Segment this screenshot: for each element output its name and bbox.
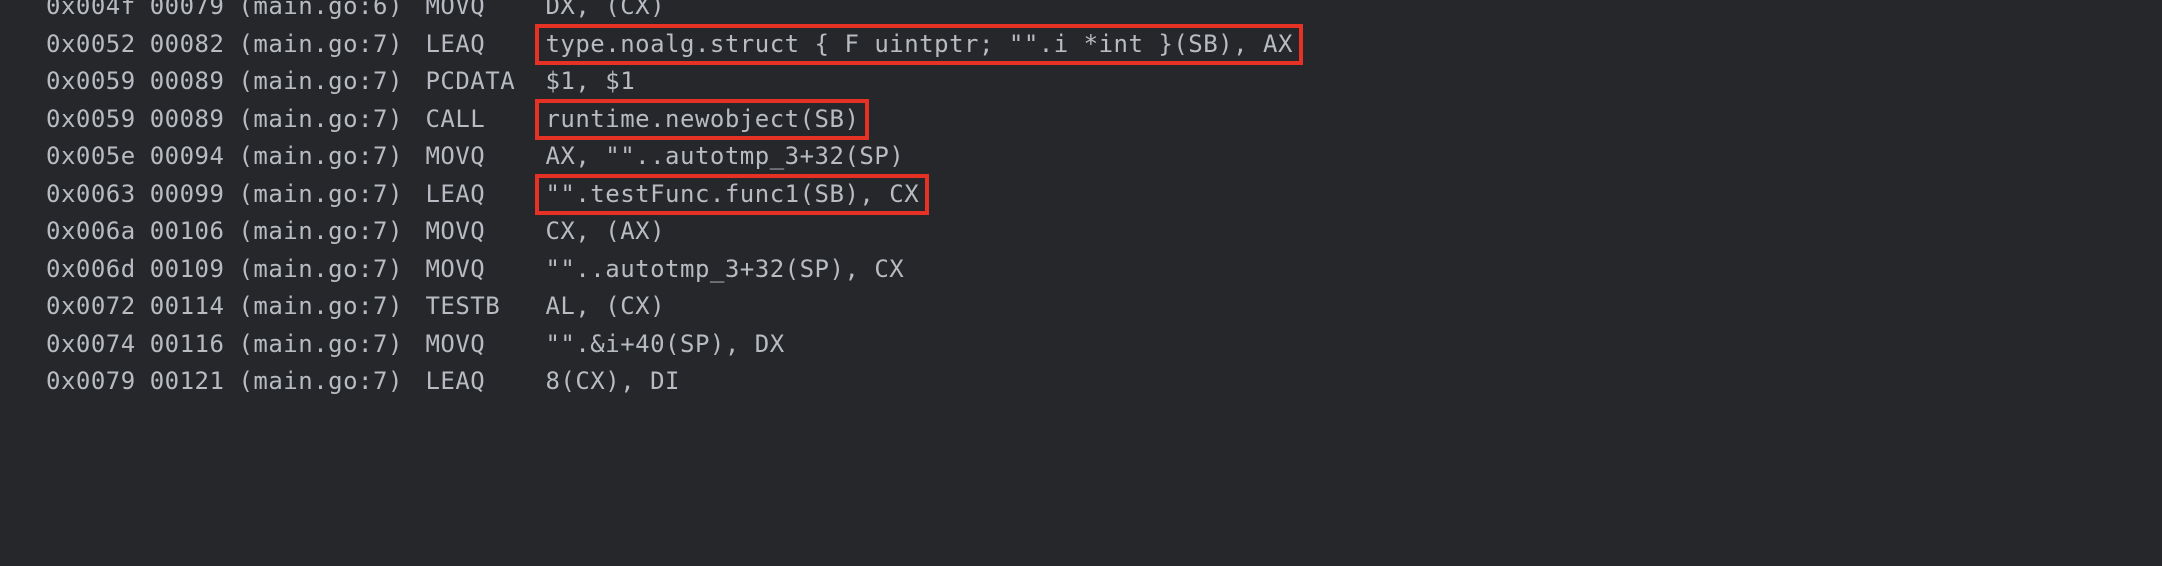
asm-address: 0x006d [0,251,150,288]
asm-offset: 00116 [150,326,239,363]
asm-mnemonic: MOVQ [425,251,545,288]
asm-offset: 00099 [150,176,239,213]
asm-address: 0x0052 [0,26,150,63]
asm-mnemonic: MOVQ [425,213,545,250]
asm-offset: 00094 [150,138,239,175]
asm-operand: $1, $1 [545,63,635,100]
asm-mnemonic: MOVQ [425,0,545,25]
asm-mnemonic: LEAQ [425,176,545,213]
asm-operand: runtime.newobject(SB) [545,101,859,138]
asm-mnemonic: PCDATA [425,63,545,100]
asm-address: 0x0059 [0,101,150,138]
asm-line: 0x005200082(main.go:7)LEAQtype.noalg.str… [0,26,2162,64]
asm-file: (main.go:7) [238,213,425,250]
asm-mnemonic: TESTB [425,288,545,325]
asm-offset: 00089 [150,63,239,100]
asm-file: (main.go:7) [238,288,425,325]
asm-address: 0x0074 [0,326,150,363]
asm-operand: "".&i+40(SP), DX [545,326,784,363]
asm-file: (main.go:7) [238,138,425,175]
asm-operand: 8(CX), DI [545,363,680,400]
asm-address: 0x0063 [0,176,150,213]
asm-file: (main.go:7) [238,363,425,400]
asm-offset: 00109 [150,251,239,288]
asm-mnemonic: CALL [425,101,545,138]
asm-operand: CX, (AX) [545,213,665,250]
asm-operand: DX, (CX) [545,0,665,25]
asm-offset: 00121 [150,363,239,400]
asm-file: (main.go:7) [238,26,425,63]
asm-operand: type.noalg.struct { F uintptr; "".i *int… [545,26,1292,63]
asm-line: 0x005900089(main.go:7)CALLruntime.newobj… [0,101,2162,139]
asm-operand: AL, (CX) [545,288,665,325]
asm-line: 0x005e00094(main.go:7)MOVQAX, ""..autotm… [0,138,2162,176]
asm-file: (main.go:6) [238,0,425,25]
asm-address: 0x004f [0,0,150,25]
asm-file: (main.go:7) [238,326,425,363]
asm-line: 0x007200114(main.go:7)TESTBAL, (CX) [0,288,2162,326]
asm-line: 0x006300099(main.go:7)LEAQ"".testFunc.fu… [0,176,2162,214]
asm-file: (main.go:7) [238,101,425,138]
asm-line: 0x007900121(main.go:7)LEAQ8(CX), DI [0,363,2162,401]
asm-operand: ""..autotmp_3+32(SP), CX [545,251,904,288]
assembly-listing: 0x004f00079(main.go:6)MOVQDX, (CX)0x0052… [0,0,2162,401]
asm-file: (main.go:7) [238,176,425,213]
asm-file: (main.go:7) [238,251,425,288]
asm-mnemonic: MOVQ [425,326,545,363]
asm-address: 0x005e [0,138,150,175]
asm-mnemonic: LEAQ [425,26,545,63]
asm-address: 0x0079 [0,363,150,400]
asm-operand: AX, ""..autotmp_3+32(SP) [545,138,904,175]
asm-line: 0x006a00106(main.go:7)MOVQCX, (AX) [0,213,2162,251]
asm-mnemonic: LEAQ [425,363,545,400]
asm-address: 0x0059 [0,63,150,100]
asm-file: (main.go:7) [238,63,425,100]
asm-offset: 00089 [150,101,239,138]
asm-offset: 00079 [150,0,239,25]
asm-offset: 00082 [150,26,239,63]
asm-offset: 00114 [150,288,239,325]
asm-line: 0x006d00109(main.go:7)MOVQ""..autotmp_3+… [0,251,2162,289]
asm-offset: 00106 [150,213,239,250]
asm-address: 0x0072 [0,288,150,325]
asm-mnemonic: MOVQ [425,138,545,175]
asm-line: 0x007400116(main.go:7)MOVQ"".&i+40(SP), … [0,326,2162,364]
asm-operand: "".testFunc.func1(SB), CX [545,176,919,213]
asm-address: 0x006a [0,213,150,250]
asm-line: 0x005900089(main.go:7)PCDATA$1, $1 [0,63,2162,101]
asm-line: 0x004f00079(main.go:6)MOVQDX, (CX) [0,0,2162,26]
